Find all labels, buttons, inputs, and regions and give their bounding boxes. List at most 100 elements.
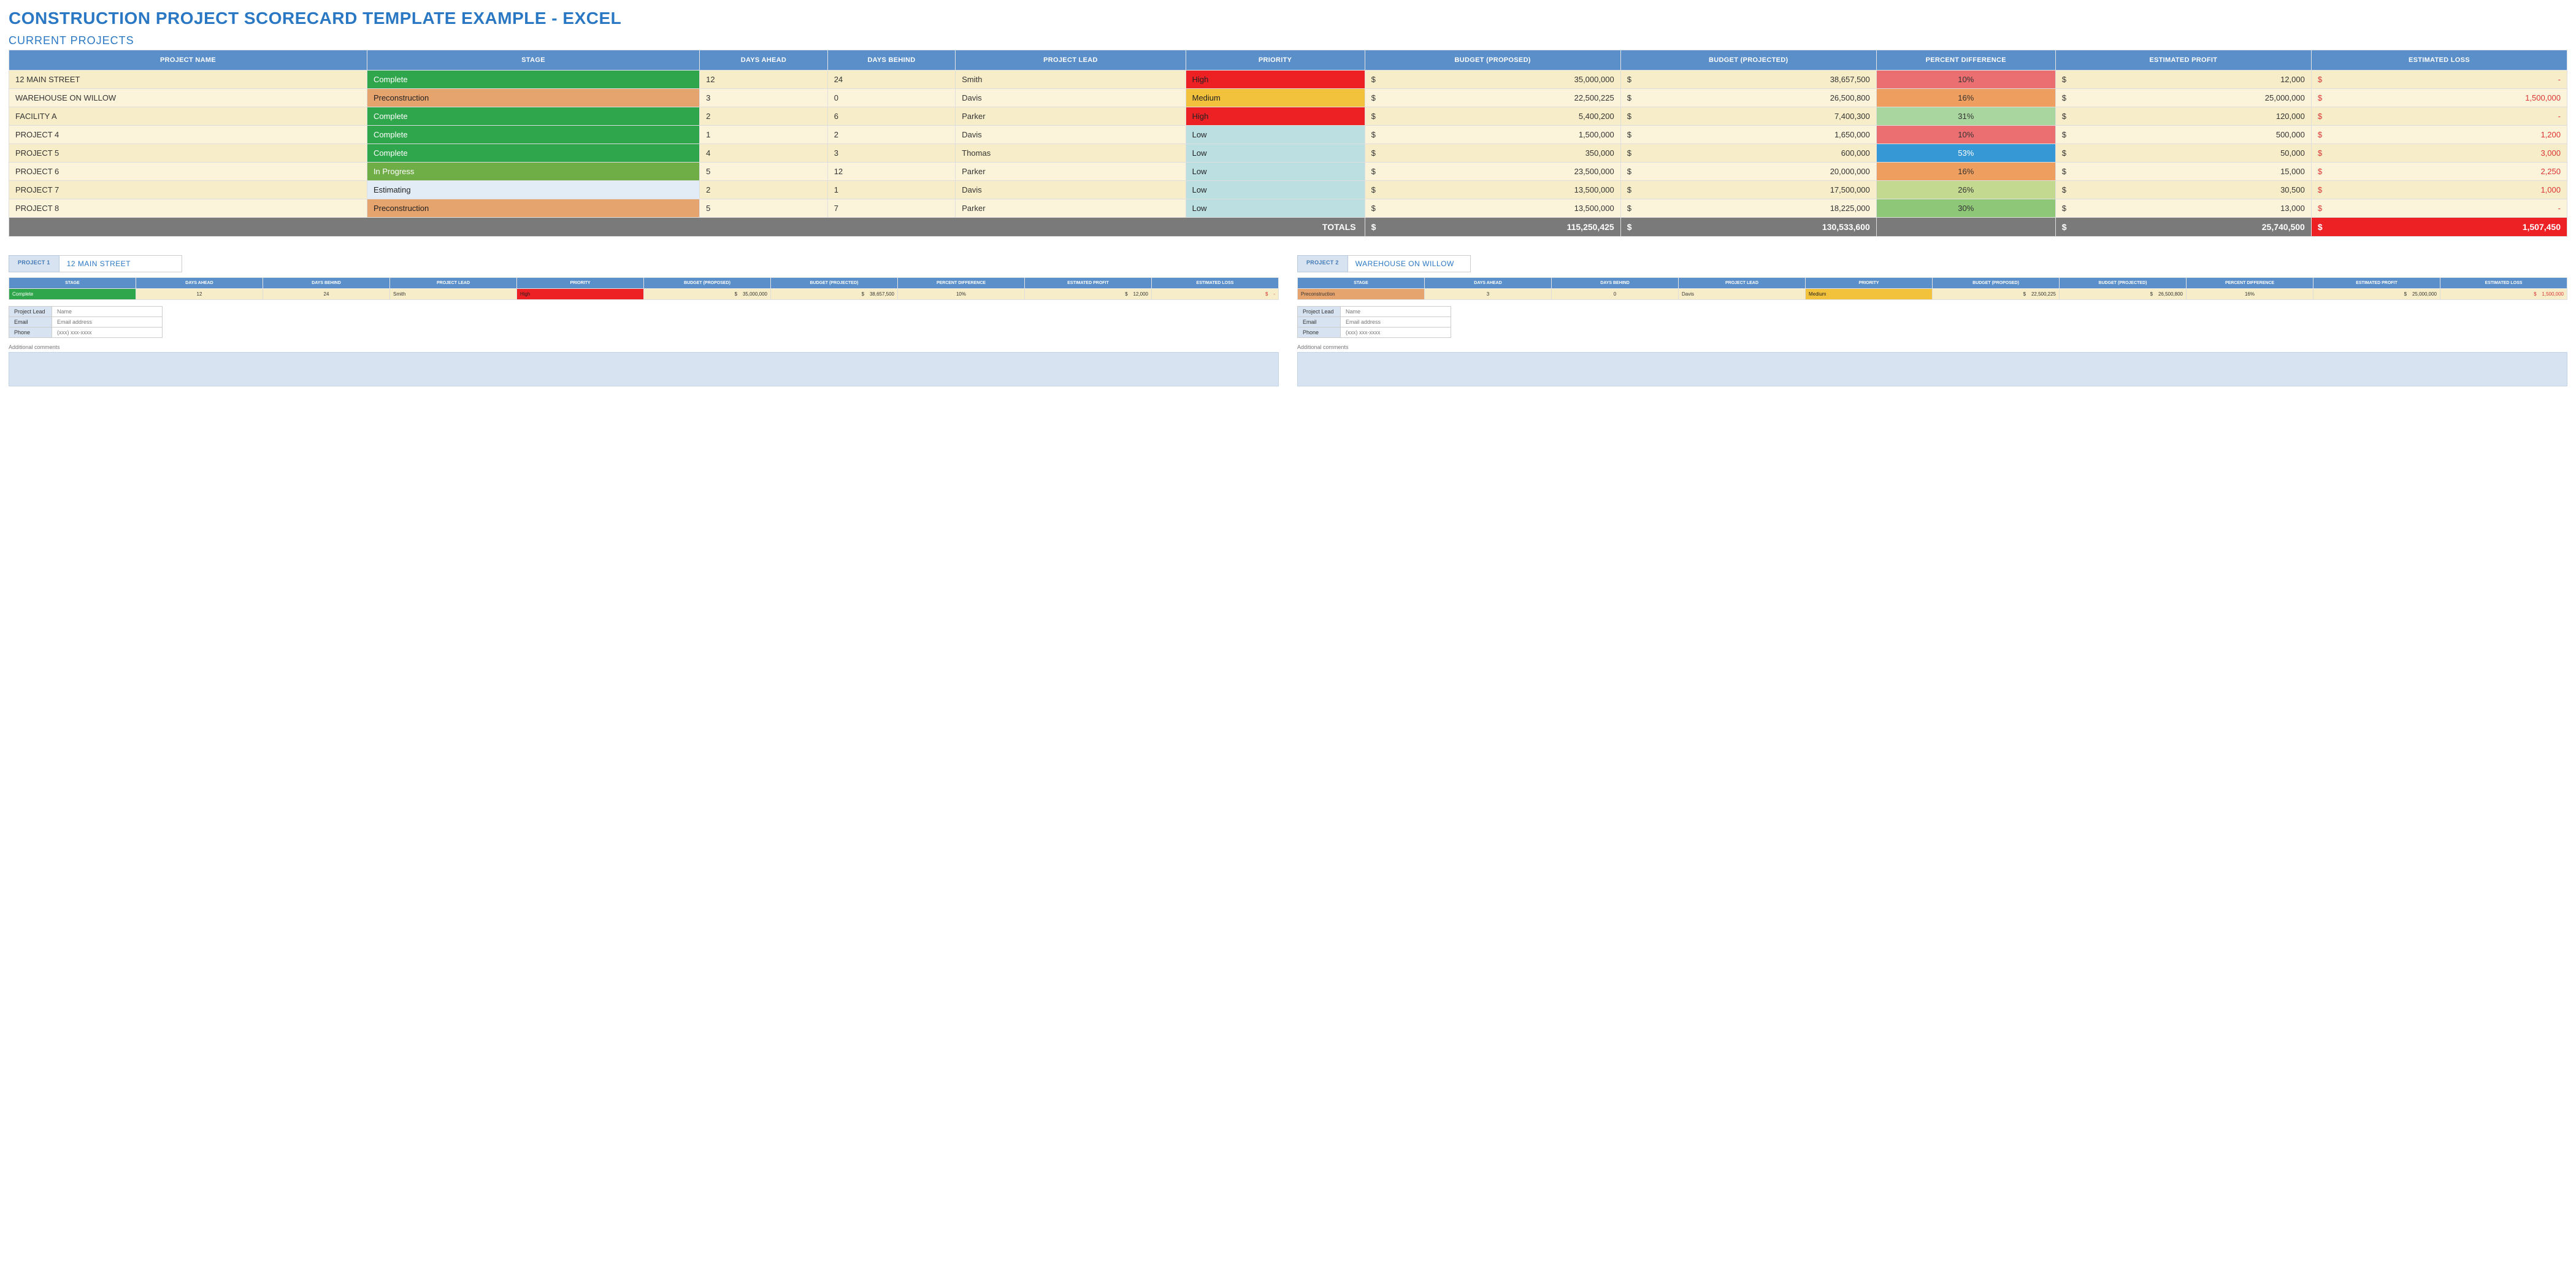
- totals-row: TOTALS$115,250,425$130,533,600$25,740,50…: [9, 218, 2567, 237]
- col-loss: ESTIMATED LOSS: [2311, 50, 2567, 71]
- card-header: PROJECT 2 WAREHOUSE ON WILLOW: [1297, 255, 2567, 272]
- contact-table: Project LeadName EmailEmail address Phon…: [1297, 306, 1451, 338]
- money-cell: $22,500,225: [1365, 89, 1620, 107]
- project-name: PROJECT 8: [9, 199, 367, 218]
- stage-cell: In Progress: [367, 163, 699, 181]
- days-behind: 7: [827, 199, 956, 218]
- project-lead: Parker: [956, 163, 1186, 181]
- money-cell: $17,500,000: [1620, 181, 1876, 199]
- contact-phone-value[interactable]: (xxx) xxx-xxxx: [1341, 328, 1451, 338]
- contact-phone-value[interactable]: (xxx) xxx-xxxx: [52, 328, 163, 338]
- contact-lead-value[interactable]: Name: [1341, 307, 1451, 317]
- money-cell: $2,250: [2311, 163, 2567, 181]
- mini-loss: $ -: [1152, 289, 1279, 300]
- project-lead: Davis: [956, 126, 1186, 144]
- comments-box[interactable]: [9, 352, 1279, 386]
- money-cell: $3,000: [2311, 144, 2567, 163]
- money-cell: $26,500,800: [1620, 89, 1876, 107]
- money-cell: $18,225,000: [1620, 199, 1876, 218]
- comments-box[interactable]: [1297, 352, 2567, 386]
- pct-diff: 16%: [1876, 89, 2055, 107]
- priority-cell: Medium: [1186, 89, 1365, 107]
- money-cell: $130,533,600: [1620, 218, 1876, 237]
- col-name: PROJECT NAME: [9, 50, 367, 71]
- contact-phone-label: Phone: [9, 328, 52, 338]
- mini-priority: High: [517, 289, 644, 300]
- money-cell: $1,200: [2311, 126, 2567, 144]
- contact-email-value[interactable]: Email address: [52, 317, 163, 328]
- mini-priority: Medium: [1806, 289, 1933, 300]
- col-days-behind: DAYS BEHIND: [827, 50, 956, 71]
- stage-cell: Preconstruction: [367, 199, 699, 218]
- card-mini-table: STAGE DAYS AHEAD DAYS BEHIND PROJECT LEA…: [9, 277, 1279, 300]
- contact-lead-value[interactable]: Name: [52, 307, 163, 317]
- contact-lead-label: Project Lead: [1298, 307, 1341, 317]
- money-cell: $120,000: [2055, 107, 2311, 126]
- mh-loss: ESTIMATED LOSS: [2440, 278, 2567, 289]
- page-title: CONSTRUCTION PROJECT SCORECARD TEMPLATE …: [9, 9, 2567, 28]
- pct-diff: 10%: [1876, 71, 2055, 89]
- money-cell: $23,500,000: [1365, 163, 1620, 181]
- money-cell: $-: [2311, 199, 2567, 218]
- money-cell: $13,500,000: [1365, 199, 1620, 218]
- money-cell: $50,000: [2055, 144, 2311, 163]
- mh-budget-prop: BUDGET (PROPOSED): [1933, 278, 2060, 289]
- card-tag: PROJECT 1: [9, 255, 59, 272]
- project-lead: Parker: [956, 107, 1186, 126]
- priority-cell: Low: [1186, 144, 1365, 163]
- stage-cell: Complete: [367, 144, 699, 163]
- project-name: PROJECT 5: [9, 144, 367, 163]
- mh-days-ahead: DAYS AHEAD: [136, 278, 263, 289]
- days-behind: 6: [827, 107, 956, 126]
- table-row: FACILITY AComplete26ParkerHigh$5,400,200…: [9, 107, 2567, 126]
- days-behind: 24: [827, 71, 956, 89]
- mini-row: Complete 12 24 Smith High $ 35,000,000 $…: [9, 289, 1279, 300]
- mini-days-ahead: 3: [1425, 289, 1552, 300]
- project-lead: Thomas: [956, 144, 1186, 163]
- mh-profit: ESTIMATED PROFIT: [1025, 278, 1152, 289]
- days-ahead: 3: [700, 89, 828, 107]
- mh-priority: PRIORITY: [517, 278, 644, 289]
- money-cell: $1,650,000: [1620, 126, 1876, 144]
- col-lead: PROJECT LEAD: [956, 50, 1186, 71]
- money-cell: $38,657,500: [1620, 71, 1876, 89]
- money-cell: $5,400,200: [1365, 107, 1620, 126]
- money-cell: $600,000: [1620, 144, 1876, 163]
- stage-cell: Complete: [367, 126, 699, 144]
- mh-budget-proj: BUDGET (PROJECTED): [2060, 278, 2187, 289]
- pct-diff: 26%: [1876, 181, 2055, 199]
- priority-cell: Low: [1186, 163, 1365, 181]
- project-name: FACILITY A: [9, 107, 367, 126]
- col-budget-projected: BUDGET (PROJECTED): [1620, 50, 1876, 71]
- stage-cell: Complete: [367, 107, 699, 126]
- contact-lead-label: Project Lead: [9, 307, 52, 317]
- table-row: 12 MAIN STREETComplete1224SmithHigh$35,0…: [9, 71, 2567, 89]
- pct-diff: 31%: [1876, 107, 2055, 126]
- money-cell: $35,000,000: [1365, 71, 1620, 89]
- money-cell: $1,000: [2311, 181, 2567, 199]
- mini-stage: Preconstruction: [1298, 289, 1425, 300]
- mh-pct: PERCENT DIFFERENCE: [2187, 278, 2313, 289]
- mini-profit: $ 25,000,000: [2313, 289, 2440, 300]
- card-header: PROJECT 1 12 MAIN STREET: [9, 255, 1279, 272]
- money-cell: $13,500,000: [1365, 181, 1620, 199]
- project-card: PROJECT 1 12 MAIN STREET STAGE DAYS AHEA…: [9, 255, 1279, 386]
- mini-stage: Complete: [9, 289, 136, 300]
- comments-label: Additional comments: [1297, 344, 2567, 350]
- money-cell: $1,500,000: [1365, 126, 1620, 144]
- section-title: CURRENT PROJECTS: [9, 34, 2567, 47]
- table-row: PROJECT 8Preconstruction57ParkerLow$13,5…: [9, 199, 2567, 218]
- mh-loss: ESTIMATED LOSS: [1152, 278, 1279, 289]
- mini-budget-prop: $ 35,000,000: [644, 289, 771, 300]
- contact-email-value[interactable]: Email address: [1341, 317, 1451, 328]
- days-ahead: 1: [700, 126, 828, 144]
- project-lead: Davis: [956, 89, 1186, 107]
- totals-label: TOTALS: [9, 218, 1365, 237]
- contact-email-label: Email: [1298, 317, 1341, 328]
- card-tag: PROJECT 2: [1297, 255, 1348, 272]
- stage-cell: Complete: [367, 71, 699, 89]
- priority-cell: Low: [1186, 199, 1365, 218]
- mini-days-behind: 24: [263, 289, 390, 300]
- priority-cell: Low: [1186, 181, 1365, 199]
- totals-pct: [1876, 218, 2055, 237]
